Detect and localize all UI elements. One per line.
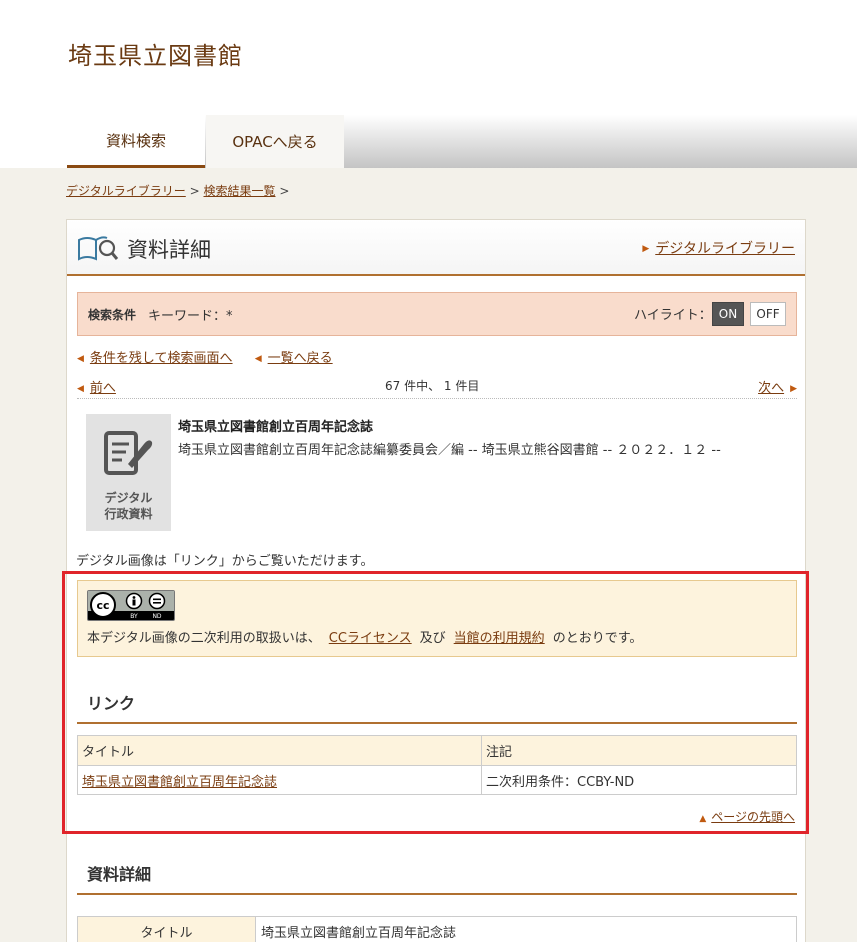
triangle-right-icon: ▶ xyxy=(642,244,650,254)
book-search-icon xyxy=(77,234,119,266)
pager: ◀ 前へ 67 件中、 1 件目 次へ ▶ xyxy=(77,377,797,399)
breadcrumb-separator: > xyxy=(279,184,290,198)
table-row: タイトル 埼玉県立図書館創立百周年記念誌 xyxy=(77,916,797,942)
back-to-list-link[interactable]: 一覧へ戻る xyxy=(268,351,333,366)
item-meta: 埼玉県立図書館創立百周年記念誌編纂委員会／編 -- 埼玉県立熊谷図書館 -- ２… xyxy=(178,443,721,458)
item-title: 埼玉県立図書館創立百周年記念誌 xyxy=(178,420,374,435)
breadcrumb-search-results[interactable]: 検索結果一覧 xyxy=(203,184,275,198)
breadcrumb-digital-library[interactable]: デジタルライブラリー xyxy=(66,184,186,198)
prev-link[interactable]: ◀ 前へ xyxy=(77,377,116,396)
header: 埼玉県立図書館 資料検索 OPACへ戻る xyxy=(0,0,857,168)
link-note: デジタル画像は「リンク」からご覧いただけます。 xyxy=(76,554,374,569)
triangle-left-icon: ◀ xyxy=(77,384,84,394)
breadcrumb: デジタルライブラリー > 検索結果一覧 > xyxy=(66,182,289,199)
next-link[interactable]: 次へ ▶ xyxy=(758,377,797,396)
panel-digital-library-link[interactable]: ▶ デジタルライブラリー xyxy=(642,238,795,258)
site-title: 埼玉県立図書館 xyxy=(68,42,243,70)
conditions-label: 検索条件 xyxy=(88,308,137,322)
highlight-label: ハイライト： xyxy=(634,308,712,323)
result-count: 67 件中、 1 件目 xyxy=(385,379,480,393)
triangle-left-icon: ◀ xyxy=(77,354,84,364)
conditions-keyword: キーワード：* xyxy=(148,309,233,324)
highlight-on-button[interactable]: ON xyxy=(712,302,744,326)
document-pen-icon xyxy=(104,431,153,475)
back-to-search-link[interactable]: 条件を残して検索画面へ xyxy=(90,351,233,366)
thumbnail-caption: デジタル 行政資料 xyxy=(104,491,153,521)
item-thumbnail[interactable]: デジタル 行政資料 xyxy=(86,414,171,531)
breadcrumb-separator: > xyxy=(189,184,200,198)
tab-opac[interactable]: OPACへ戻る xyxy=(206,115,344,168)
highlight-off-button[interactable]: OFF xyxy=(750,302,786,326)
detail-label: タイトル xyxy=(77,916,256,942)
detail-value: 埼玉県立図書館創立百周年記念誌 xyxy=(255,916,797,942)
tab-search[interactable]: 資料検索 xyxy=(67,115,205,168)
back-nav: ◀ 条件を残して検索画面へ ◀ 一覧へ戻る xyxy=(77,347,351,366)
panel-header: 資料詳細 ▶ デジタルライブラリー xyxy=(67,220,805,276)
search-conditions: 検索条件 キーワード：* ハイライト： ON OFF xyxy=(77,292,797,336)
highlight-annotation-box xyxy=(62,571,809,834)
details-table: タイトル 埼玉県立図書館創立百周年記念誌 xyxy=(77,916,797,942)
panel-title: 資料詳細 xyxy=(127,238,211,262)
triangle-left-icon: ◀ xyxy=(254,354,262,364)
tab-bar: 資料検索 OPACへ戻る xyxy=(0,115,857,168)
triangle-right-icon: ▶ xyxy=(790,384,797,394)
details-heading: 資料詳細 xyxy=(77,861,797,895)
